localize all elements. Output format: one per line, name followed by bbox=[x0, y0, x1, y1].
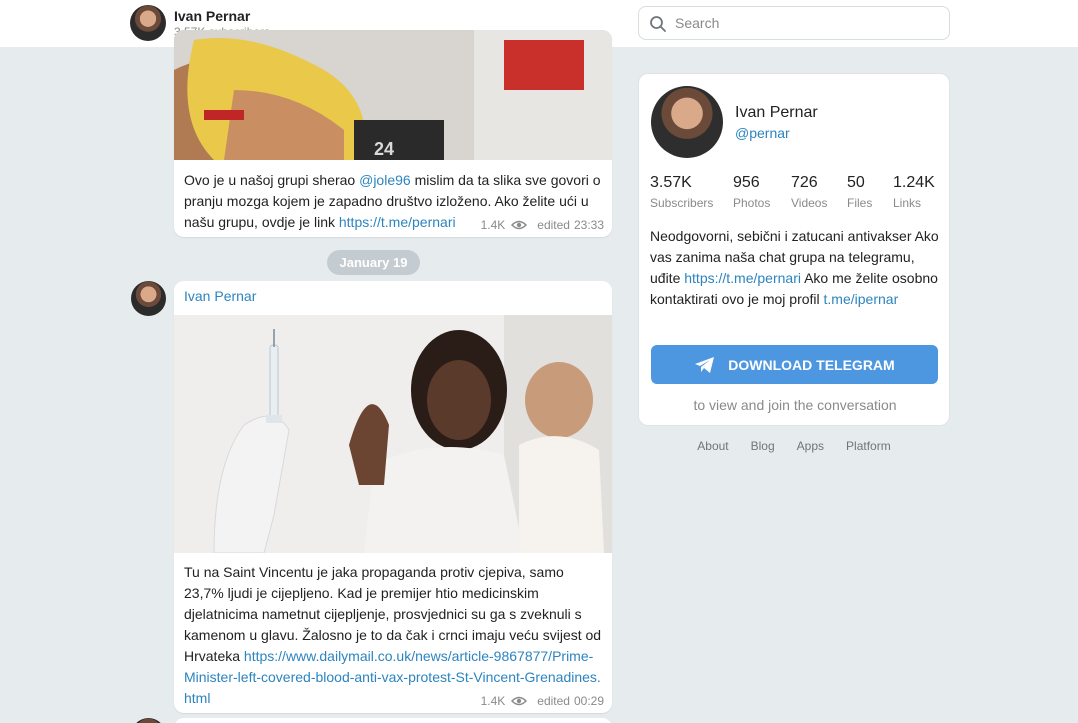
eye-icon bbox=[511, 696, 528, 706]
join-note: to view and join the conversation bbox=[693, 397, 897, 413]
download-telegram-button[interactable]: DOWNLOAD TELEGRAM bbox=[651, 345, 938, 384]
channel-description: Neodgovorni, sebični i zatucani antivaks… bbox=[650, 226, 940, 310]
stat-value: 726 bbox=[791, 174, 818, 191]
view-count: 1.4K bbox=[480, 218, 506, 232]
author-avatar[interactable] bbox=[131, 281, 166, 316]
stat-label: Subscribers bbox=[650, 196, 714, 210]
stat-value: 50 bbox=[847, 174, 865, 191]
stat-value: 956 bbox=[733, 174, 760, 191]
stat-links[interactable]: 1.24K Links bbox=[893, 174, 935, 210]
message-post-2: Ivan Pernar Tu na Saint Vincentu je jaka… bbox=[174, 281, 612, 713]
svg-text:24: 24 bbox=[374, 139, 394, 159]
channel-stats: 3.57K Subscribers 956 Photos 726 Videos … bbox=[650, 174, 940, 214]
stat-photos[interactable]: 956 Photos bbox=[733, 174, 770, 210]
edited-label: edited bbox=[537, 218, 570, 232]
stat-label: Files bbox=[847, 196, 873, 210]
post-1-link[interactable]: https://t.me/pernari bbox=[339, 214, 456, 230]
search-input[interactable] bbox=[675, 11, 935, 35]
footer-link-platform[interactable]: Platform bbox=[846, 439, 891, 453]
download-button-label: DOWNLOAD TELEGRAM bbox=[728, 356, 895, 373]
post-2-meta: 1.4K edited 00:29 bbox=[481, 694, 604, 708]
stat-value: 3.57K bbox=[650, 174, 692, 191]
description-link-profile[interactable]: t.me/ipernar bbox=[824, 291, 899, 307]
stat-label: Photos bbox=[733, 196, 771, 210]
post-1-text-part: Ovo je u našoj grupi sherao bbox=[184, 172, 360, 188]
channel-avatar[interactable] bbox=[130, 5, 166, 41]
description-link-group[interactable]: https://t.me/pernari bbox=[684, 270, 801, 286]
search-icon bbox=[650, 16, 666, 32]
author-avatar[interactable] bbox=[131, 718, 166, 723]
post-photo-1[interactable]: 24 bbox=[174, 30, 612, 160]
panel-channel-handle[interactable]: @pernar bbox=[735, 125, 790, 141]
mention-link[interactable]: @jole96 bbox=[359, 172, 411, 188]
message-post-1: 24 Ovo je u našoj grupi sherao @jole96 m… bbox=[174, 30, 612, 237]
post-1-meta: 1.4K edited 23:33 bbox=[481, 218, 604, 232]
message-post-3 bbox=[174, 718, 612, 723]
post-photo-2[interactable] bbox=[174, 315, 612, 553]
search-box[interactable] bbox=[638, 6, 950, 40]
view-count: 1.4K bbox=[480, 694, 506, 708]
footer-link-about[interactable]: About bbox=[697, 439, 728, 453]
stat-files[interactable]: 50 Files bbox=[847, 174, 872, 210]
footer-links: About Blog Apps Platform bbox=[638, 439, 950, 453]
stat-videos[interactable]: 726 Videos bbox=[791, 174, 827, 210]
telegram-icon bbox=[695, 356, 715, 373]
post-2-text: Tu na Saint Vincentu je jaka propaganda … bbox=[184, 562, 604, 709]
eye-icon bbox=[511, 220, 528, 230]
channel-avatar-large bbox=[651, 86, 723, 158]
panel-channel-name: Ivan Pernar bbox=[735, 104, 818, 121]
edited-label: edited bbox=[537, 694, 570, 708]
stat-subscribers: 3.57K Subscribers bbox=[650, 174, 713, 210]
stat-label: Videos bbox=[791, 196, 828, 210]
channel-info-panel: Ivan Pernar @pernar 3.57K Subscribers 95… bbox=[638, 73, 950, 426]
post-time: 00:29 bbox=[573, 694, 604, 708]
date-separator: January 19 bbox=[327, 250, 420, 275]
stat-value: 1.24K bbox=[893, 174, 935, 191]
post-time: 23:33 bbox=[573, 218, 604, 232]
post-author[interactable]: Ivan Pernar bbox=[184, 288, 256, 304]
footer-link-blog[interactable]: Blog bbox=[751, 439, 775, 453]
footer-link-apps[interactable]: Apps bbox=[797, 439, 824, 453]
stat-label: Links bbox=[893, 196, 922, 210]
channel-name[interactable]: Ivan Pernar bbox=[174, 8, 250, 24]
